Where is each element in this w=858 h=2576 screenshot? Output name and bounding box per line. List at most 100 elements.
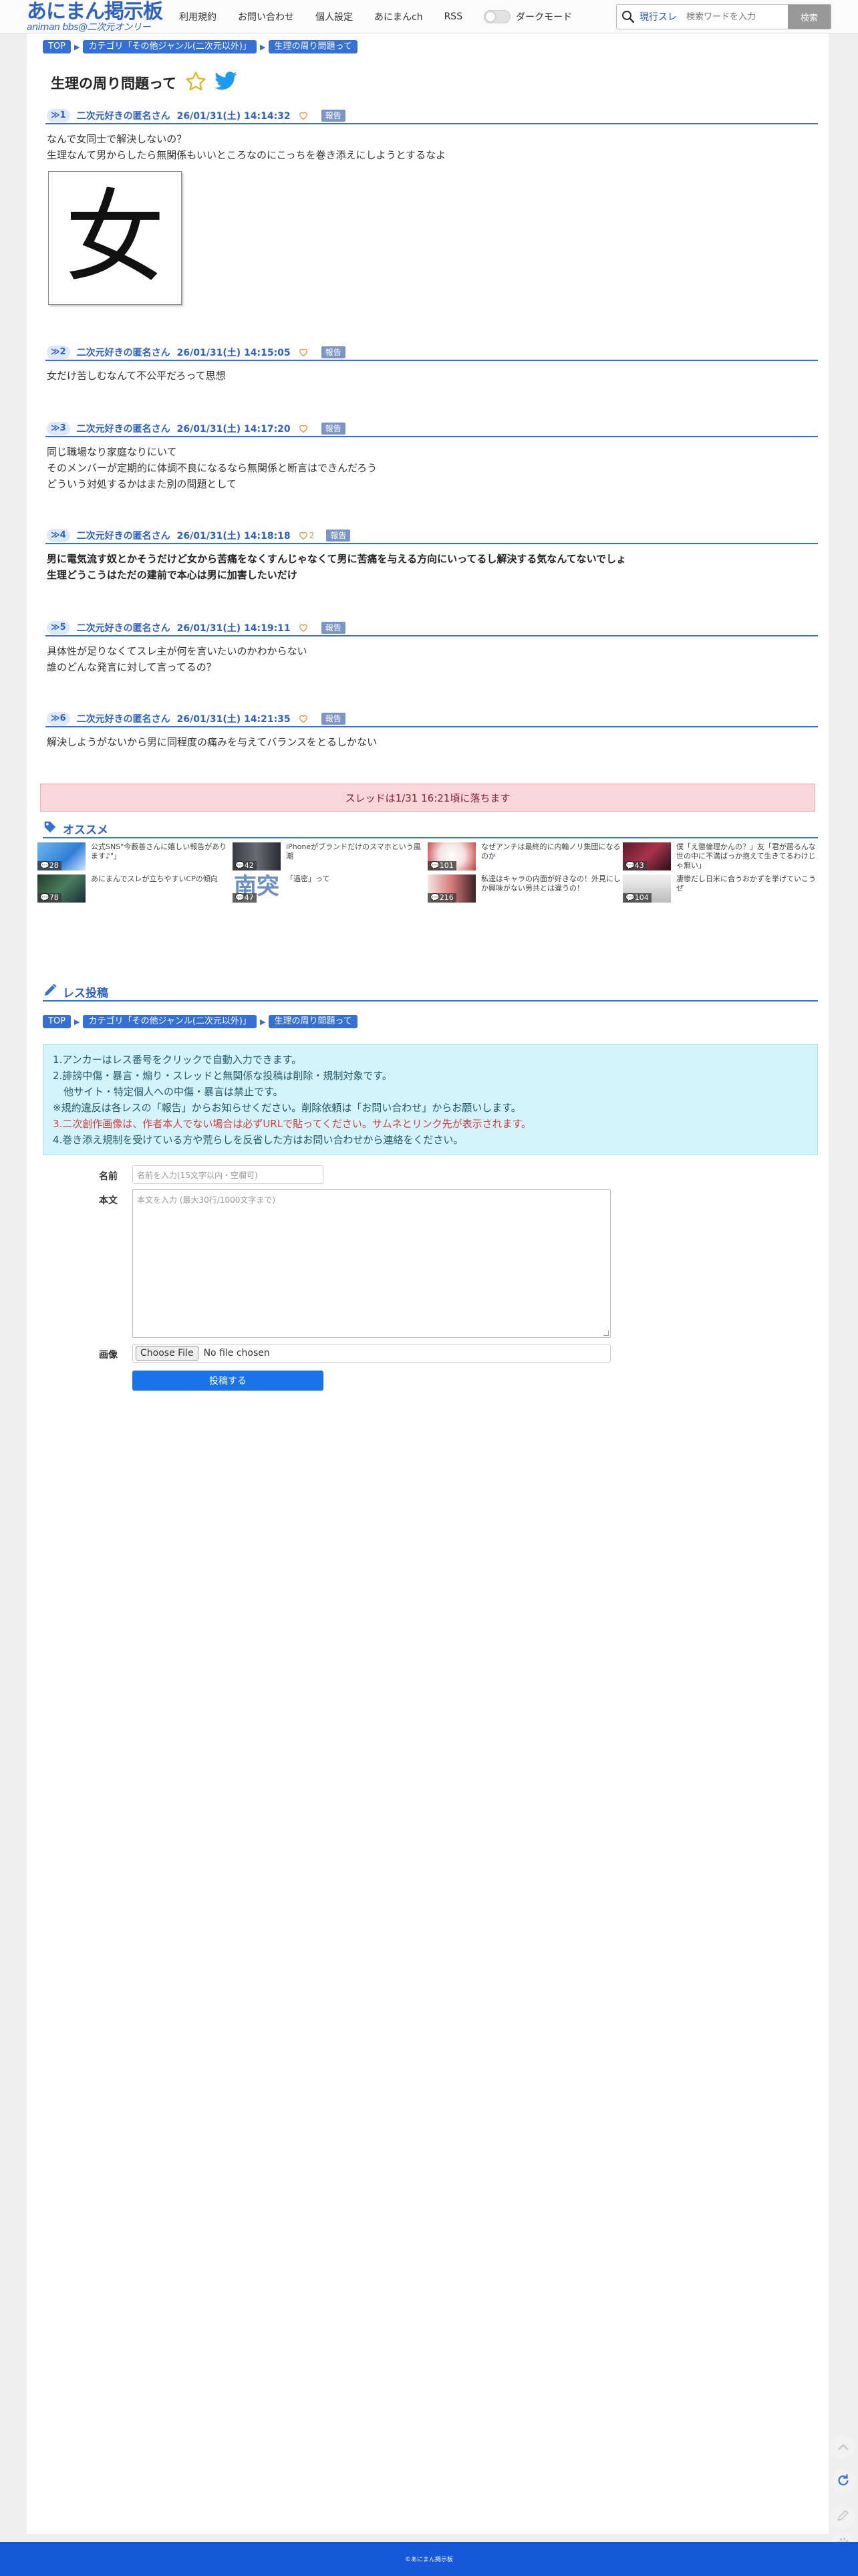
nav-contact[interactable]: お問い合わせ	[238, 10, 294, 23]
recommend-item[interactable]: 💬43 僕「え懲倫理かんの？」友「君が居るんな世の中に不満ばっか抱えて生きてるわ…	[623, 842, 817, 870]
post-number[interactable]: ≫6	[47, 712, 70, 725]
report-button[interactable]: 報告	[321, 622, 345, 634]
breadcrumb: TOP ▶ カテゴリ「その他ジャンル(二次元以外)」 ▶ 生理の周り問題って	[43, 40, 358, 53]
reload-button[interactable]	[831, 2470, 855, 2494]
post-number[interactable]: ≫3	[47, 422, 70, 435]
recommend-thumbnail: 💬101	[428, 842, 476, 870]
post-date: 26/01/31(土) 14:17:20	[176, 424, 291, 435]
name-input[interactable]: 名前を入力(15文字以内・空欄可)	[132, 1165, 323, 1184]
nav-rss[interactable]: RSS	[444, 11, 463, 22]
thread-title: 生理の周り問題って	[51, 76, 176, 92]
submit-button[interactable]: 投稿する	[132, 1371, 323, 1391]
like-button[interactable]	[299, 622, 309, 634]
rule-line: 4.巻き添え規制を受けている方や荒らしを反省した方はお問い合わせから連絡をくださ…	[53, 1134, 464, 1146]
dark-mode-toggle[interactable]: ダークモード	[484, 10, 572, 23]
choose-file-button[interactable]: Choose File	[136, 1346, 198, 1361]
recommend-item[interactable]: 💬28 公式SNS"今薮善さんに嬉しい報告があります♪"」	[37, 842, 231, 870]
recommend-grid: 💬28 公式SNS"今薮善さんに嬉しい報告があります♪"」 💬42 iPhone…	[37, 842, 819, 903]
post-number[interactable]: ≫4	[47, 529, 70, 542]
search-button[interactable]: 検索	[788, 5, 831, 29]
post-date: 26/01/31(土) 14:15:05	[176, 348, 291, 358]
post: ≫3 二次元好きの匿名さん 26/01/31(土) 14:17:20 報告 同じ…	[45, 422, 818, 492]
dark-mode-label: ダークモード	[516, 12, 573, 23]
comment-count: 💬43	[623, 861, 647, 870]
body-textarea[interactable]: 本文を入力 (最大30行/1000文字まで)	[132, 1189, 611, 1338]
nav-settings[interactable]: 個人設定	[315, 10, 353, 23]
scroll-top-button[interactable]	[831, 2435, 855, 2459]
recommend-title: 僕「え懲倫理かんの？」友「君が居るんな世の中に不満ばっか抱えて生きてるわけじゃ無…	[676, 842, 816, 870]
heart-icon	[299, 110, 308, 122]
breadcrumb-separator: ▶	[259, 1017, 266, 1026]
rule-line: 2.誹謗中傷・暴言・煽り・スレッドと無関係な投稿は削除・規制対象です。	[53, 1070, 392, 1082]
breadcrumb-top[interactable]: TOP	[43, 1015, 72, 1028]
report-button[interactable]: 報告	[321, 713, 345, 725]
post: ≫4 二次元好きの匿名さん 26/01/31(土) 14:18:18 2 報告 …	[45, 529, 818, 583]
post-line: 生理なんて男からしたら無関係もいいところなのにこっちを巻き添えにしようとするなよ	[47, 149, 446, 161]
post-author: 二次元好きの匿名さん	[76, 714, 170, 725]
post-number[interactable]: ≫1	[47, 109, 70, 122]
breadcrumb-thread[interactable]: 生理の周り問題って	[269, 40, 358, 53]
post-number[interactable]: ≫5	[47, 621, 70, 634]
comment-count: 💬47	[233, 893, 257, 903]
recommend-thumbnail: 💬104	[623, 874, 671, 903]
recommend-item[interactable]: 南 突 💬47 「過密」って	[233, 874, 426, 903]
breadcrumb-thread[interactable]: 生理の周り問題って	[269, 1015, 358, 1028]
recommend-item[interactable]: 💬216 私達はキャラの内面が好きなの！外見にしか興味がない男共とは違うの！	[428, 874, 621, 903]
like-button[interactable]	[299, 713, 309, 725]
reload-icon	[836, 2473, 851, 2490]
rule-line: 3.二次創作画像は、作者本人でない場合は必ずURLで貼ってください。サムネとリン…	[53, 1118, 532, 1130]
report-button[interactable]: 報告	[326, 530, 351, 542]
breadcrumb-category[interactable]: カテゴリ「その他ジャンル(二次元以外)」	[83, 40, 257, 53]
twitter-share-icon[interactable]	[214, 72, 238, 94]
comment-count: 💬216	[428, 893, 456, 903]
post-image[interactable]: 女	[48, 171, 182, 305]
breadcrumb-separator: ▶	[259, 42, 266, 51]
report-button[interactable]: 報告	[321, 346, 345, 358]
breadcrumb-top[interactable]: TOP	[43, 40, 72, 53]
report-button[interactable]: 報告	[321, 423, 345, 435]
like-button[interactable]: 2	[299, 530, 315, 542]
site-logo[interactable]: あにまん掲示板 animan bbs@二次元オンリー	[27, 1, 170, 33]
image-file-input[interactable]: Choose File No file chosen	[132, 1344, 611, 1363]
post: ≫5 二次元好きの匿名さん 26/01/31(土) 14:19:11 報告 具体…	[45, 621, 818, 675]
recommend-item[interactable]: 💬101 なぜアンチは最終的に内輪ノリ集団になるのか	[428, 842, 621, 870]
post-number[interactable]: ≫2	[47, 346, 70, 359]
post-date: 26/01/31(土) 14:19:11	[176, 623, 291, 634]
post-date: 26/01/31(土) 14:18:18	[176, 531, 291, 542]
nav-animanch[interactable]: あにまんch	[374, 10, 423, 23]
recommend-item[interactable]: 💬42 iPhoneがブランドだけのスマホという風潮	[233, 842, 426, 870]
breadcrumb-category[interactable]: カテゴリ「その他ジャンル(二次元以外)」	[83, 1015, 257, 1028]
post: ≫2 二次元好きの匿名さん 26/01/31(土) 14:15:05 報告 女だ…	[45, 346, 818, 384]
post-body: 解決しようがないから男に同程度の痛みを与えてバランスをとるしかない	[47, 734, 818, 750]
recommend-thumbnail: 南 突 💬47	[233, 874, 281, 903]
post-header: ≫1 二次元好きの匿名さん 26/01/31(土) 14:14:32 報告	[45, 109, 818, 124]
reply-header: レス投稿	[43, 983, 818, 1002]
post-date: 26/01/31(土) 14:14:32	[176, 111, 291, 122]
image-label: 画像	[99, 1350, 118, 1361]
search-scope-select[interactable]: 現行スレ	[639, 10, 677, 23]
rule-line: 1.アンカーはレス番号をクリックで自動入力できます。	[53, 1054, 302, 1066]
write-button[interactable]	[831, 2504, 855, 2529]
post-line: 男に電気流す奴とかそうだけど女から苦痛をなくすんじゃなくて男に苦痛を与える方向に…	[47, 553, 627, 565]
post-line: 誰のどんな発言に対して言ってるの？	[47, 661, 217, 673]
recommend-item[interactable]: 💬78 あにまんでスレが立ちやすいCPの傾向	[37, 874, 231, 903]
like-button[interactable]	[299, 110, 309, 122]
like-count: 2	[309, 531, 315, 540]
like-button[interactable]	[299, 423, 309, 435]
toggle-switch[interactable]	[484, 10, 511, 23]
recommend-item[interactable]: 💬104 凄惨だし日米に合うおかずを挙げていこうぜ	[623, 874, 817, 903]
search-input[interactable]	[685, 11, 785, 23]
body-placeholder: 本文を入力 (最大30行/1000文字まで)	[137, 1195, 276, 1205]
site-header: あにまん掲示板 animan bbs@二次元オンリー 利用規約 お問い合わせ 個…	[0, 0, 858, 33]
post-line: どういう対処するかはまた別の問題として	[47, 478, 237, 490]
breadcrumb-separator: ▶	[74, 42, 80, 51]
recommend-title: あにまんでスレが立ちやすいCPの傾向	[91, 874, 218, 883]
heart-icon	[299, 622, 308, 634]
recommend-title: 「過密」って	[286, 874, 330, 883]
post-author: 二次元好きの匿名さん	[76, 623, 170, 634]
resize-handle[interactable]	[603, 1330, 609, 1336]
report-button[interactable]: 報告	[321, 110, 345, 122]
like-button[interactable]	[299, 346, 309, 359]
nav-terms[interactable]: 利用規約	[179, 10, 217, 23]
favorite-star-icon[interactable]	[184, 70, 207, 96]
